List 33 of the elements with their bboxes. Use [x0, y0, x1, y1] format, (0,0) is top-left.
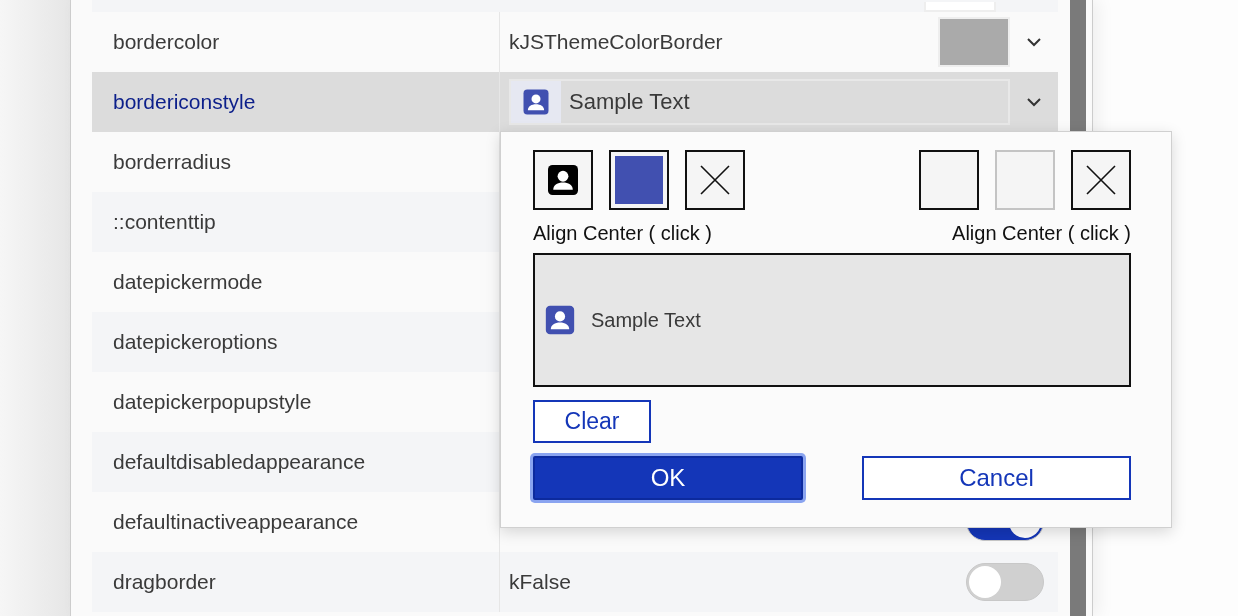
align-center-label[interactable]: Align Center ( click ) — [533, 222, 745, 245]
align-center-label[interactable]: Align Center ( click ) — [952, 222, 1131, 245]
property-name: dragborder — [113, 570, 216, 594]
style-option[interactable] — [919, 150, 979, 210]
property-name: borderradius — [113, 150, 231, 174]
ok-button[interactable]: OK — [533, 456, 803, 500]
property-name: datepickeroptions — [113, 330, 278, 354]
chevron-down-icon[interactable] — [1026, 37, 1043, 47]
property-name: datepickerpopupstyle — [113, 390, 312, 414]
person-icon — [545, 162, 581, 198]
property-row[interactable]: dragborder kFalse — [92, 552, 1059, 612]
color-swatch[interactable] — [938, 17, 1011, 67]
icon-style-field[interactable]: Sample Text — [509, 79, 1011, 125]
preview-text: Sample Text — [591, 308, 701, 332]
person-icon — [521, 87, 551, 117]
property-value: kFalse — [509, 570, 572, 594]
property-name: defaultinactiveappearance — [113, 510, 359, 534]
style-option[interactable] — [533, 150, 593, 210]
property-name: datepickermode — [113, 270, 263, 294]
property-name: ::contenttip — [113, 210, 216, 234]
property-row[interactable]: bordericonstyle Sample Text — [92, 72, 1059, 132]
style-option[interactable] — [1071, 150, 1131, 210]
style-option[interactable] — [609, 150, 669, 210]
toggle-switch[interactable] — [966, 563, 1045, 601]
property-name: bordericonstyle — [113, 90, 256, 114]
person-icon — [543, 303, 577, 337]
property-name: defaultdisabledappearance — [113, 450, 366, 474]
cancel-button[interactable]: Cancel — [862, 456, 1131, 500]
style-option[interactable] — [685, 150, 745, 210]
property-name: bordercolor — [113, 30, 220, 54]
property-value: kJSThemeColorBorder — [509, 30, 724, 54]
clear-button[interactable]: Clear — [533, 400, 651, 443]
chevron-down-icon[interactable] — [1026, 97, 1043, 107]
